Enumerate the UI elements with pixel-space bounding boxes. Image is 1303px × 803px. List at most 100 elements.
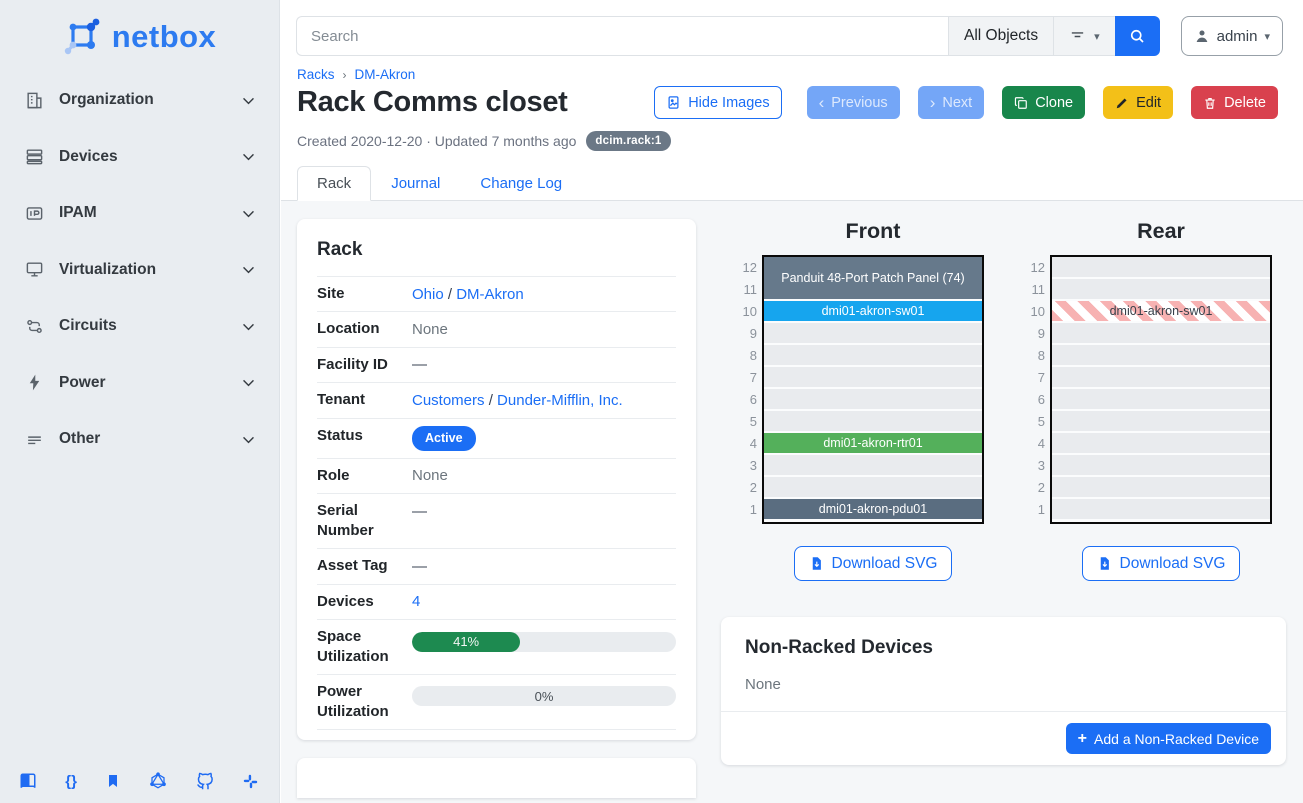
site-region-link[interactable]: Ohio xyxy=(412,286,444,303)
rack-slot[interactable] xyxy=(1052,455,1270,477)
sidebar-item-circuits[interactable]: Circuits xyxy=(24,312,257,340)
rack-slot[interactable] xyxy=(764,345,982,367)
graphql-icon[interactable] xyxy=(149,772,167,790)
unit-number: 12 xyxy=(735,257,757,279)
object-id-badge: dcim.rack:1 xyxy=(586,131,670,151)
chevron-down-icon xyxy=(240,92,257,109)
user-icon xyxy=(1194,28,1210,44)
breadcrumb-link-racks[interactable]: Racks xyxy=(297,67,335,82)
sidebar-item-devices[interactable]: Devices xyxy=(24,143,257,171)
slash-separator: / xyxy=(448,286,452,303)
search-icon xyxy=(1128,27,1146,45)
unit-number: 12 xyxy=(1023,257,1045,279)
add-non-racked-device-button[interactable]: + Add a Non-Racked Device xyxy=(1066,723,1271,754)
rack-slot[interactable] xyxy=(1052,345,1270,367)
next-label: Next xyxy=(942,95,972,111)
tenant-group-link[interactable]: Customers xyxy=(412,392,485,409)
trash-icon xyxy=(1203,96,1217,110)
search-input[interactable] xyxy=(296,16,948,56)
docs-book-icon[interactable] xyxy=(19,772,37,790)
add-non-racked-device-label: Add a Non-Racked Device xyxy=(1094,731,1259,747)
rack-slot[interactable] xyxy=(1052,411,1270,433)
unit-number: 10 xyxy=(735,301,757,323)
search-submit-button[interactable] xyxy=(1115,16,1160,56)
bookmark-icon[interactable] xyxy=(105,772,121,790)
rack-slot[interactable] xyxy=(1052,257,1270,279)
rack-slot[interactable] xyxy=(764,477,982,499)
filter-icon xyxy=(1069,28,1086,45)
plus-icon: + xyxy=(1078,730,1087,748)
rack-device-sw01-rear[interactable]: dmi01-akron-sw01 xyxy=(1052,301,1270,321)
rack-slot[interactable] xyxy=(1052,477,1270,499)
chevron-down-icon xyxy=(240,431,257,448)
tab-change-log[interactable]: Change Log xyxy=(460,166,582,201)
tenant-link[interactable]: Dunder-Mifflin, Inc. xyxy=(497,392,623,409)
sidebar-item-organization[interactable]: Organization xyxy=(24,86,257,114)
unit-number: 1 xyxy=(1023,499,1045,521)
devices-count-link[interactable]: 4 xyxy=(412,593,420,610)
breadcrumb-link-site[interactable]: DM-Akron xyxy=(355,67,416,82)
sidebar-item-ipam[interactable]: IPAM xyxy=(24,199,257,227)
tab-journal[interactable]: Journal xyxy=(371,166,460,201)
user-menu-button[interactable]: admin ▾ xyxy=(1181,16,1283,56)
netbox-logo[interactable]: netbox xyxy=(0,0,279,70)
file-download-icon xyxy=(1097,556,1112,571)
tab-rack[interactable]: Rack xyxy=(297,166,371,201)
rack-slot[interactable] xyxy=(764,411,982,433)
netbox-logo-text: netbox xyxy=(112,19,217,55)
space-utilization-fill: 41% xyxy=(412,632,520,652)
front-elevation: Front 12 11 10 9 8 7 6 5 4 xyxy=(735,219,984,581)
chevron-down-icon xyxy=(240,148,257,165)
sidebar-item-label: Power xyxy=(59,374,240,392)
front-download-svg-button[interactable]: Download SVG xyxy=(794,546,953,581)
rack-slot[interactable] xyxy=(1052,367,1270,389)
chevron-down-icon xyxy=(240,205,257,222)
front-rack-diagram: Panduit 48-Port Patch Panel (74) dmi01-a… xyxy=(762,255,984,524)
rack-slot[interactable] xyxy=(764,455,982,477)
created-updated-text: Created 2020-12-20 · Updated 7 months ag… xyxy=(297,133,576,149)
rack-slot[interactable] xyxy=(1052,323,1270,345)
rack-device-rtr01[interactable]: dmi01-akron-rtr01 xyxy=(764,433,982,453)
row-label: Status xyxy=(317,426,412,446)
slack-icon[interactable] xyxy=(242,772,259,790)
table-row-serial-number: Serial Number — xyxy=(317,494,676,549)
site-link[interactable]: DM-Akron xyxy=(456,286,524,303)
rack-slot[interactable] xyxy=(1052,499,1270,521)
unit-number: 4 xyxy=(1023,433,1045,455)
rack-device-sw01[interactable]: dmi01-akron-sw01 xyxy=(764,301,982,321)
chevron-right-icon: › xyxy=(930,93,936,113)
rack-slot[interactable] xyxy=(764,389,982,411)
rack-slot[interactable] xyxy=(1052,279,1270,301)
github-icon[interactable] xyxy=(196,772,214,790)
clone-button[interactable]: Clone xyxy=(1002,86,1085,119)
rear-download-svg-button[interactable]: Download SVG xyxy=(1082,546,1241,581)
hide-images-button[interactable]: Hide Images xyxy=(654,86,781,119)
edit-button[interactable]: Edit xyxy=(1103,86,1173,119)
non-racked-devices-panel: Non-Racked Devices None + Add a Non-Rack… xyxy=(721,617,1286,765)
rack-slot[interactable] xyxy=(764,323,982,345)
rack-slot[interactable] xyxy=(764,367,982,389)
sidebar-item-other[interactable]: Other xyxy=(24,425,257,453)
rack-slot[interactable] xyxy=(1052,433,1270,455)
delete-button[interactable]: Delete xyxy=(1191,86,1278,119)
caret-down-icon: ▾ xyxy=(1094,30,1100,43)
rack-slot[interactable] xyxy=(1052,389,1270,411)
slash-separator: / xyxy=(489,392,493,409)
api-braces-icon[interactable]: {} xyxy=(65,772,77,790)
chevron-left-icon: ‹ xyxy=(819,93,825,113)
rear-unit-numbers: 12 11 10 9 8 7 6 5 4 3 2 xyxy=(1023,255,1045,524)
main-area: All Objects ▾ admin ▾ Racks › DM-Akron xyxy=(281,0,1303,803)
monitor-icon xyxy=(24,260,44,280)
file-download-icon xyxy=(809,556,824,571)
unit-number: 2 xyxy=(735,477,757,499)
sidebar-item-power[interactable]: Power xyxy=(24,369,257,397)
search-scope-button[interactable]: All Objects xyxy=(948,16,1053,56)
next-button[interactable]: › Next xyxy=(918,86,985,119)
next-panel-partial xyxy=(297,758,696,798)
sidebar-item-label: Virtualization xyxy=(59,261,240,279)
previous-button[interactable]: ‹ Previous xyxy=(807,86,900,119)
rack-device-patch-panel[interactable]: Panduit 48-Port Patch Panel (74) xyxy=(764,257,982,299)
search-filter-button[interactable]: ▾ xyxy=(1053,16,1115,56)
sidebar-item-virtualization[interactable]: Virtualization xyxy=(24,256,257,284)
rack-device-pdu01[interactable]: dmi01-akron-pdu01 xyxy=(764,499,982,519)
